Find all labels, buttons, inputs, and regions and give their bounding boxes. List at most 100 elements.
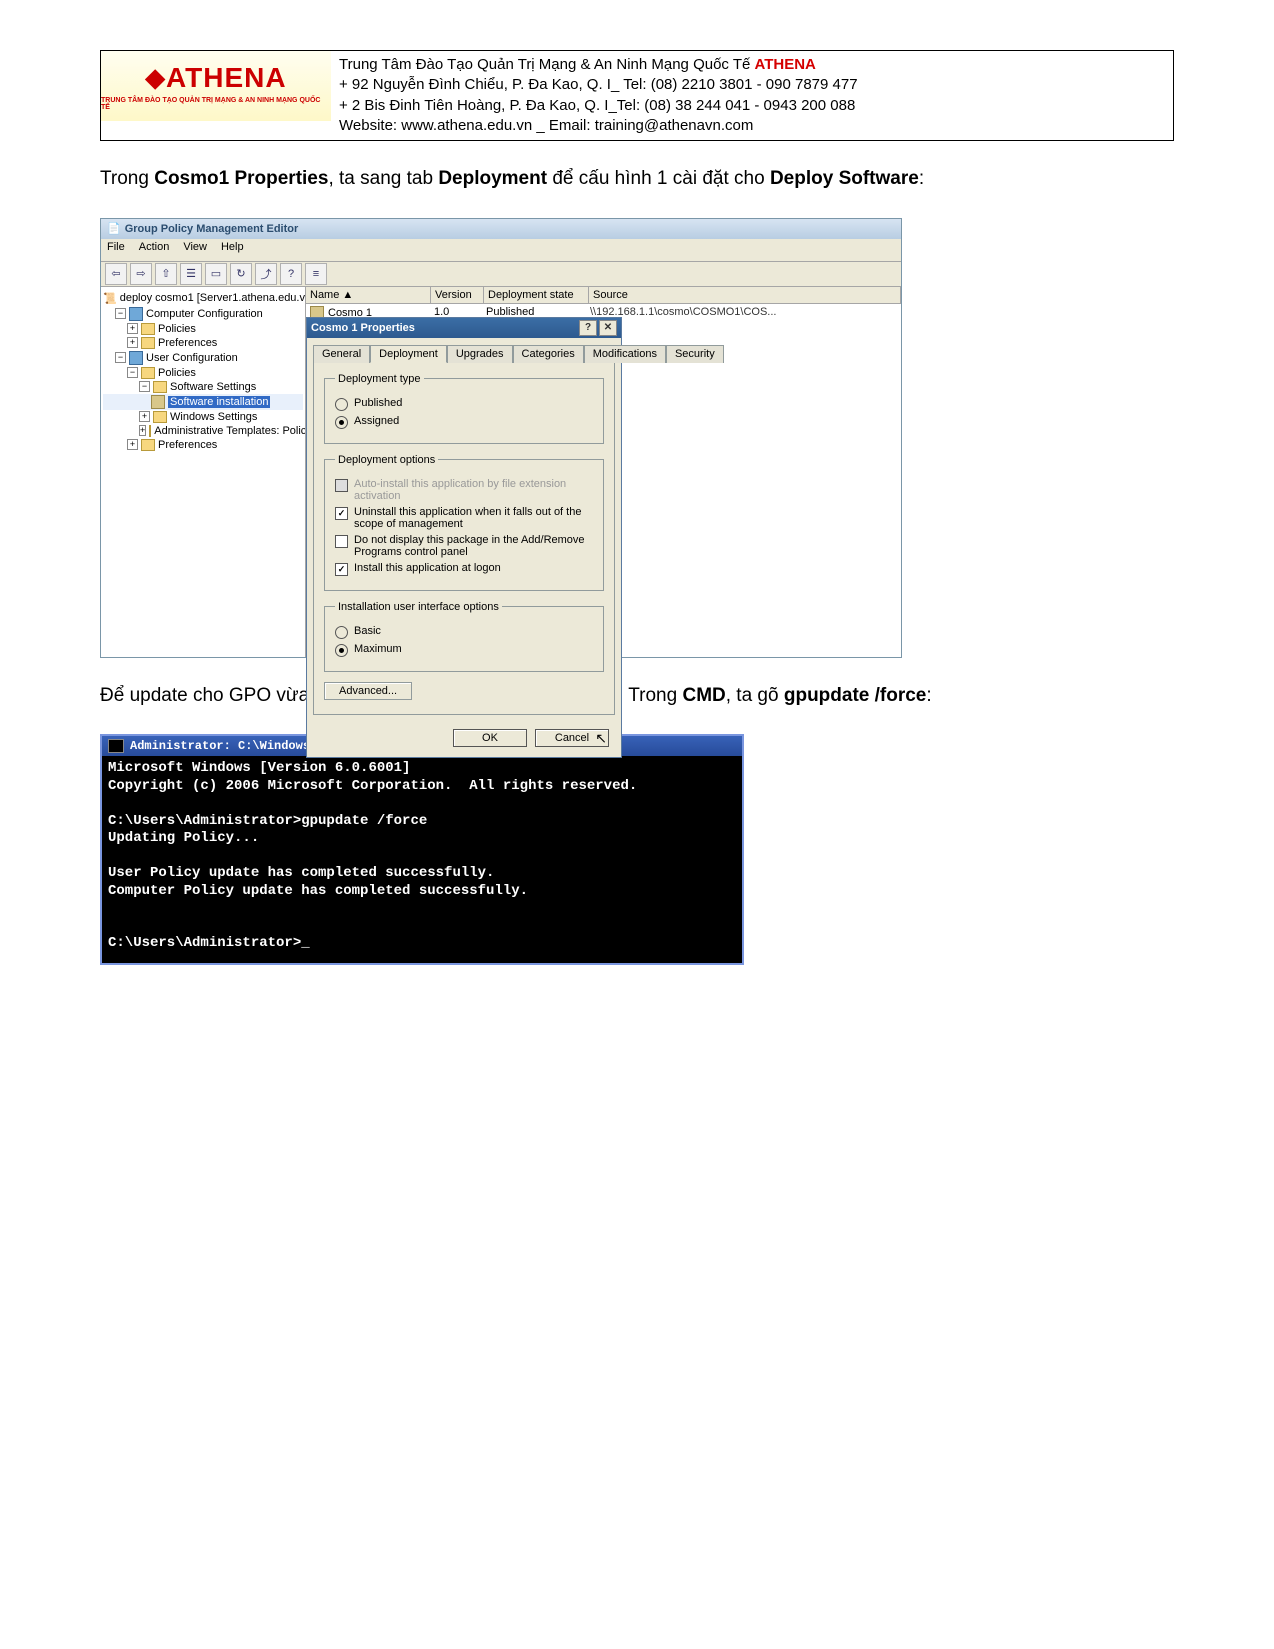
col-source[interactable]: Source	[589, 287, 901, 303]
expand-icon[interactable]: +	[139, 425, 146, 436]
computer-icon	[129, 307, 143, 321]
tab-categories[interactable]: Categories	[513, 345, 584, 363]
p1-t4: :	[919, 168, 924, 189]
tree-swset[interactable]: Software Settings	[170, 381, 256, 393]
tree-prefs[interactable]: Preferences	[158, 337, 217, 349]
up-icon[interactable]: ⇧	[155, 263, 177, 285]
depopt-legend: Deployment options	[335, 454, 438, 466]
back-icon[interactable]: ⇦	[105, 263, 127, 285]
tab-upgrades[interactable]: Upgrades	[447, 345, 513, 363]
chk-hide-addremove-label: Do not display this package in the Add/R…	[354, 534, 593, 558]
gpmc-menubar: File Action View Help	[101, 239, 901, 262]
p1-t2: , ta sang tab	[328, 168, 438, 189]
folder-icon	[153, 381, 167, 393]
radio-basic[interactable]	[335, 626, 348, 639]
dialog-actions: OK Cancel ↖	[307, 721, 621, 757]
expand-icon[interactable]: +	[139, 411, 150, 422]
menu-action[interactable]: Action	[139, 241, 170, 259]
mmc-icon: 📄	[107, 222, 121, 235]
list-header: Name ▲ Version Deployment state Source	[306, 287, 901, 304]
menu-help[interactable]: Help	[221, 241, 244, 259]
forward-icon[interactable]: ⇨	[130, 263, 152, 285]
tree-compconf[interactable]: Computer Configuration	[146, 308, 263, 320]
refresh-icon[interactable]: ↻	[230, 263, 252, 285]
gpmc-title: Group Policy Management Editor	[125, 223, 299, 235]
row-src: \\192.168.1.1\cosmo\COSMO1\COS...	[586, 304, 901, 322]
tree-prefs2[interactable]: Preferences	[158, 439, 217, 451]
tab-modifications[interactable]: Modifications	[584, 345, 666, 363]
tab-general[interactable]: General	[313, 345, 370, 363]
col-depstate[interactable]: Deployment state	[484, 287, 589, 303]
package-icon	[151, 395, 165, 409]
p1-t1: Trong	[100, 168, 154, 189]
chk-uninstall-scope[interactable]: ✓	[335, 507, 348, 520]
close-button[interactable]: ✕	[599, 320, 617, 336]
expand-icon[interactable]: +	[127, 323, 138, 334]
radio-maximum[interactable]	[335, 644, 348, 657]
p2-t4: . Trong	[618, 685, 682, 706]
radio-maximum-label: Maximum	[354, 643, 402, 655]
dialog-titlebar: Cosmo 1 Properties ? ✕	[307, 318, 621, 338]
tree-policies[interactable]: Policies	[158, 323, 196, 335]
folder-icon	[141, 439, 155, 451]
tree-userconf[interactable]: User Configuration	[146, 352, 238, 364]
gpmc-tree[interactable]: 📜deploy cosmo1 [Server1.athena.edu.vn] P…	[101, 287, 306, 657]
help-button[interactable]: ?	[579, 320, 597, 336]
menu-file[interactable]: File	[107, 241, 125, 259]
properties-dialog: Cosmo 1 Properties ? ✕ General Deploymen…	[306, 317, 622, 758]
gpmc-titlebar: 📄 Group Policy Management Editor	[101, 219, 901, 239]
user-icon	[129, 351, 143, 365]
cmd-body[interactable]: Microsoft Windows [Version 6.0.6001] Cop…	[102, 756, 742, 963]
tab-deployment[interactable]: Deployment	[370, 345, 447, 363]
advanced-button[interactable]: Advanced...	[324, 682, 412, 700]
tree-admt[interactable]: Administrative Templates: Policy de	[154, 425, 306, 437]
ok-button[interactable]: OK	[453, 729, 527, 747]
header-line3: + 2 Bis Đinh Tiên Hoàng, P. Đa Kao, Q. I…	[339, 96, 1165, 116]
letterhead: ⬥ATHENA TRUNG TÂM ĐÀO TẠO QUẢN TRỊ MẠNG …	[100, 50, 1174, 141]
tree-root[interactable]: deploy cosmo1 [Server1.athena.edu.vn] Po…	[120, 292, 306, 304]
gpmc-window: 📄 Group Policy Management Editor File Ac…	[100, 218, 902, 658]
gpmc-list: Name ▲ Version Deployment state Source C…	[306, 287, 901, 657]
header-line4: Website: www.athena.edu.vn _ Email: trai…	[339, 116, 1165, 136]
expand-icon[interactable]: +	[127, 439, 138, 450]
tree-winset[interactable]: Windows Settings	[170, 411, 257, 423]
p1-t3: để cấu hình 1 cài đặt cho	[547, 168, 770, 189]
tree-policies2[interactable]: Policies	[158, 367, 196, 379]
menu-view[interactable]: View	[183, 241, 207, 259]
collapse-icon[interactable]: −	[127, 367, 138, 378]
logo-text: ⬥ATHENA	[145, 62, 286, 95]
collapse-icon[interactable]: −	[115, 352, 126, 363]
cmd-icon	[108, 739, 124, 753]
paragraph-2: Để update cho GPO vừa tạo, ta vào Start …	[100, 682, 1174, 711]
tree-swinst[interactable]: Software installation	[168, 396, 270, 408]
radio-assigned[interactable]	[335, 416, 348, 429]
dialog-tabs: General Deployment Upgrades Categories M…	[307, 338, 621, 362]
details-icon[interactable]: ≡	[305, 263, 327, 285]
chk-hide-addremove[interactable]	[335, 535, 348, 548]
tab-body: Deployment type Published Assigned Deplo…	[313, 362, 615, 715]
expand-icon[interactable]: +	[127, 337, 138, 348]
col-version[interactable]: Version	[431, 287, 484, 303]
props-icon[interactable]: ▭	[205, 263, 227, 285]
chk-install-logon[interactable]: ✓	[335, 563, 348, 576]
folder-icon	[149, 425, 151, 437]
tab-security[interactable]: Security	[666, 345, 724, 363]
ui-options-group: Installation user interface options Basi…	[324, 601, 604, 672]
radio-published-label: Published	[354, 397, 402, 409]
folder-icon	[141, 323, 155, 335]
logo: ⬥ATHENA TRUNG TÂM ĐÀO TẠO QUẢN TRỊ MẠNG …	[101, 51, 331, 121]
folder-icon	[153, 411, 167, 423]
export-icon[interactable]: ⤴	[255, 263, 277, 285]
help-icon[interactable]: ?	[280, 263, 302, 285]
collapse-icon[interactable]: −	[115, 308, 126, 319]
p2-b4: CMD	[682, 685, 725, 706]
header-brand: ATHENA	[755, 56, 816, 73]
header-line1a: Trung Tâm Đào Tạo Quản Trị Mạng & An Nin…	[339, 56, 755, 73]
p1-b1: Cosmo1 Properties	[154, 168, 328, 189]
list-icon[interactable]: ☰	[180, 263, 202, 285]
header-text: Trung Tâm Đào Tạo Quản Trị Mạng & An Nin…	[331, 51, 1173, 140]
radio-published[interactable]	[335, 398, 348, 411]
logo-subtext: TRUNG TÂM ĐÀO TẠO QUẢN TRỊ MẠNG & AN NIN…	[101, 97, 331, 111]
collapse-icon[interactable]: −	[139, 381, 150, 392]
col-name[interactable]: Name ▲	[306, 287, 431, 303]
